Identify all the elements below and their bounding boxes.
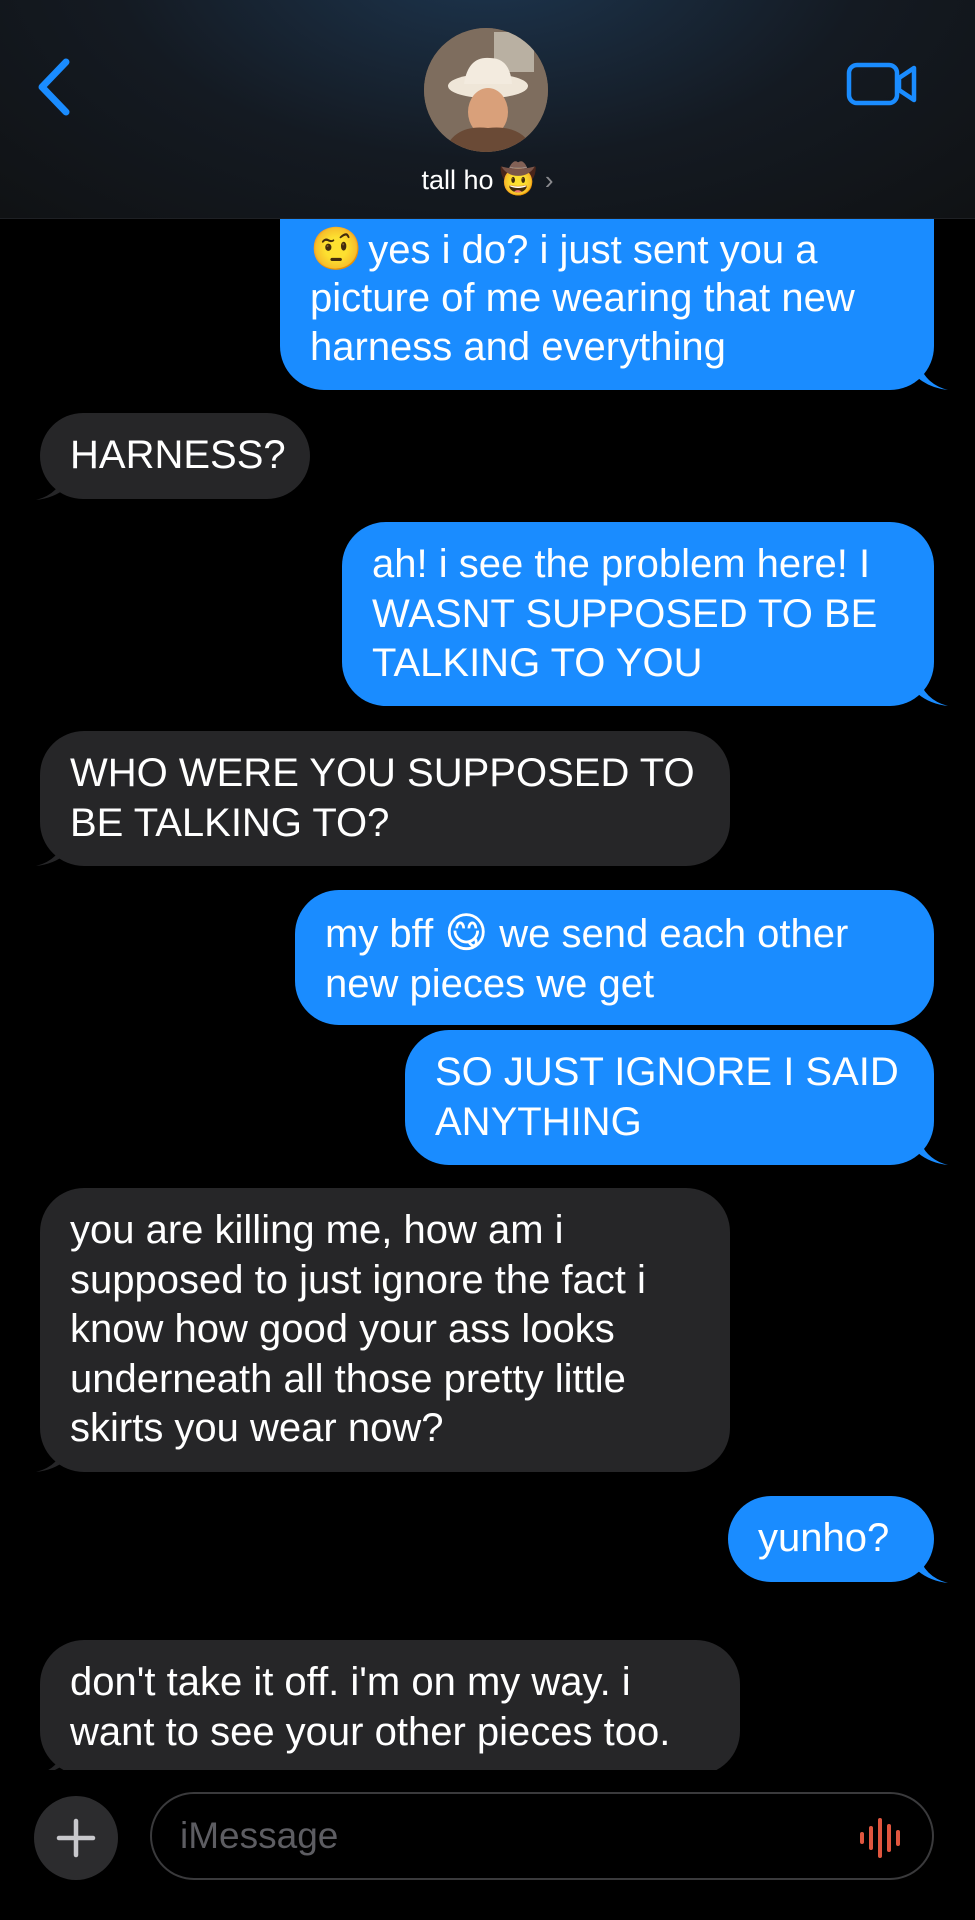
message-text: WASNT SUPPOSED TO BE [372,591,878,636]
plus-icon [56,1818,96,1858]
message-text: SO JUST IGNORE I SAID [435,1050,899,1094]
bubble-tail [36,836,66,866]
chevron-right-icon: › [544,165,554,195]
message-bubble-outgoing[interactable]: ah! i see the problem here! I WASNT SUPP… [342,522,934,706]
yum-face-emoji-icon: 😋 [444,909,489,956]
bubble-tail [918,360,948,390]
conversation-header: tall ho 🤠 › [0,0,975,219]
message-bubble-incoming[interactable]: HARNESS? [40,413,310,499]
add-attachment-button[interactable] [34,1796,118,1880]
message-bubble-outgoing[interactable]: yunho? [728,1496,934,1582]
video-camera-icon[interactable] [846,60,918,108]
message-text: we send each other [499,912,849,956]
message-text: want to see your other pieces too. [70,1709,671,1754]
message-text: yunho? [758,1516,890,1560]
message-bubble-outgoing[interactable]: my bff 😋 we send each other new pieces w… [295,890,934,1025]
bubble-tail [918,676,948,706]
bubble-tail [36,470,66,500]
message-input-placeholder: iMessage [180,1815,339,1856]
contact-name: tall ho [421,165,494,195]
message-text: know how good your ass looks [70,1307,615,1351]
message-text: skirts you wear now? [70,1406,444,1450]
message-text: my bff [325,912,434,956]
message-text: ah! i see the problem here! I [372,542,871,586]
message-bubble-incoming[interactable]: WHO WERE YOU SUPPOSED TO BE TALKING TO? [40,731,730,866]
message-text: picture of me wearing that new [310,275,855,320]
message-text: WHO WERE YOU SUPPOSED TO [70,751,695,795]
raised-eyebrow-emoji-icon: 🤨 [310,225,363,272]
message-text: HARNESS? [70,433,286,477]
message-text: you are killing me, how am i [70,1208,564,1252]
bubble-tail [36,1442,66,1472]
chevron-left-icon[interactable] [30,52,80,122]
bubble-tail [918,1553,948,1583]
message-text: supposed to just ignore the fact i [70,1257,646,1302]
message-bubble-outgoing[interactable]: SO JUST IGNORE I SAID ANYTHING [405,1030,934,1165]
message-bubble-incoming[interactable]: don't take it off. i'm on my way. i want… [40,1640,740,1775]
message-text: TALKING TO YOU [372,641,703,685]
message-text: BE TALKING TO? [70,800,390,845]
bubble-tail [918,1135,948,1165]
message-text: yes i do? i just sent you a [368,228,818,272]
message-text: ANYTHING [435,1099,642,1144]
message-text: new pieces we get [325,961,655,1006]
message-text: don't take it off. i'm on my way. i [70,1660,631,1704]
message-bubble-incoming[interactable]: you are killing me, how am i supposed to… [40,1188,730,1472]
contact-name-button[interactable]: tall ho 🤠 › [0,160,975,200]
message-text: harness and everything [310,325,726,369]
waveform-icon[interactable] [858,1818,908,1858]
cowboy-emoji-icon: 🤠 [499,163,537,196]
message-text: underneath all those pretty little [70,1356,626,1401]
avatar[interactable] [424,28,548,152]
